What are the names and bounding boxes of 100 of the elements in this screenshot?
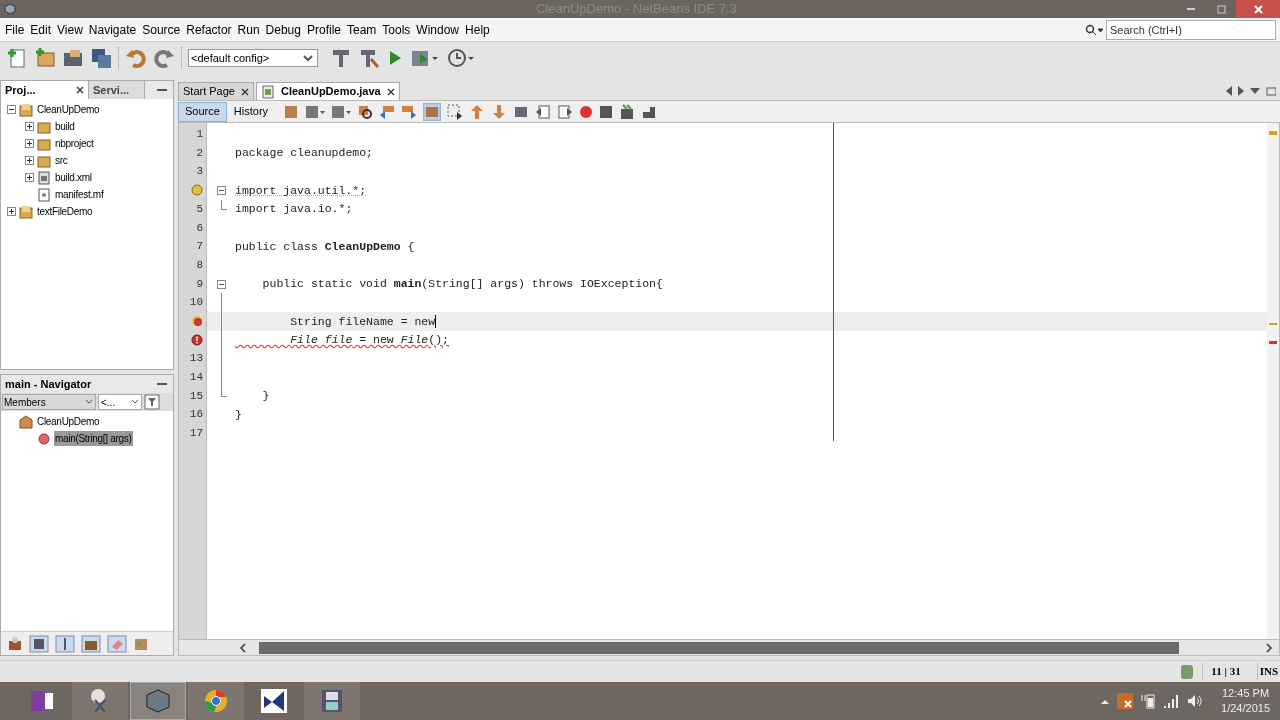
new-project-icon[interactable] <box>34 47 56 69</box>
expand-icon[interactable] <box>7 207 16 216</box>
comment-icon[interactable] <box>619 103 636 120</box>
menu-item[interactable]: Window <box>413 20 463 39</box>
expand-icon[interactable] <box>25 156 34 165</box>
tree-item[interactable]: manifest.mf <box>54 187 105 202</box>
error-hint-icon[interactable] <box>191 315 203 328</box>
menu-item[interactable]: Refactor <box>183 20 235 39</box>
menu-item[interactable]: Profile <box>304 20 344 39</box>
folder-icon <box>37 119 51 134</box>
menu-item[interactable]: Tools <box>379 20 414 39</box>
signal-icon[interactable] <box>1163 694 1180 708</box>
clock[interactable]: 12:45 PM 1/24/2015 <box>1221 686 1270 716</box>
expand-icon[interactable] <box>25 122 34 131</box>
tool-icon[interactable] <box>7 635 23 652</box>
notification-icon[interactable] <box>1180 663 1195 680</box>
record-icon[interactable] <box>579 104 594 119</box>
stop-icon[interactable] <box>599 104 614 119</box>
battery-icon[interactable] <box>1141 693 1156 709</box>
tree-item[interactable]: src <box>54 153 69 168</box>
show-hidden-icon[interactable] <box>1101 698 1110 704</box>
search-icon[interactable] <box>1085 23 1103 36</box>
redo-icon[interactable] <box>153 47 175 69</box>
tree-item[interactable]: build <box>54 119 76 134</box>
search-field[interactable]: Search (Ctrl+I) <box>1106 19 1276 40</box>
briefcase-icon[interactable] <box>81 634 101 653</box>
code-line: String fileName = new <box>289 313 436 330</box>
hint-icon[interactable] <box>191 184 203 197</box>
volume-icon[interactable] <box>1187 694 1204 708</box>
maximize-icon[interactable] <box>1266 86 1276 96</box>
sort-dropdown[interactable]: <... <box>98 394 142 410</box>
fold-icon[interactable] <box>216 279 226 289</box>
open-folder-icon[interactable] <box>62 47 84 69</box>
profile-icon[interactable] <box>446 47 476 69</box>
taskbar-app[interactable] <box>72 682 128 720</box>
film-icon <box>319 688 345 714</box>
tree-item[interactable]: build.xml <box>54 170 93 185</box>
caret-icon <box>85 399 93 405</box>
menu-item[interactable]: View <box>54 20 86 39</box>
error-icon[interactable] <box>191 333 203 346</box>
expand-icon[interactable] <box>25 139 34 148</box>
shift-right-icon[interactable] <box>557 103 574 120</box>
scrollbar-thumb[interactable] <box>259 641 1179 654</box>
filter-dropdown[interactable]: Members <box>2 394 96 410</box>
new-file-icon[interactable] <box>6 47 28 69</box>
close-icon[interactable] <box>386 87 395 96</box>
find-icon[interactable] <box>357 103 374 120</box>
view-tab[interactable]: Source <box>178 101 227 122</box>
editor-tab[interactable]: Start Page <box>178 82 254 100</box>
panel-tab[interactable]: Servi... <box>89 81 145 99</box>
tree-item[interactable]: textFileDemo <box>36 204 94 219</box>
highlight-icon[interactable] <box>423 102 442 121</box>
panel-tab[interactable]: Proj... <box>1 81 89 99</box>
close-icon[interactable] <box>241 87 249 96</box>
config-dropdown[interactable]: <default config> <box>188 49 318 67</box>
undo-icon[interactable] <box>125 47 147 69</box>
shift-left-icon[interactable] <box>535 103 552 120</box>
menu-item[interactable]: Navigate <box>85 20 140 39</box>
next-bookmark-icon[interactable] <box>491 103 508 120</box>
toolbar-icon[interactable] <box>331 103 352 120</box>
fold-icon[interactable] <box>216 186 226 196</box>
menu-item[interactable]: Team <box>344 20 380 39</box>
right-arrow-icon[interactable] <box>1238 86 1244 96</box>
clean-build-icon[interactable] <box>358 47 380 69</box>
close-icon[interactable] <box>76 86 84 94</box>
scroll-right-icon[interactable] <box>1265 642 1273 653</box>
tray-app-icon[interactable] <box>1117 693 1134 709</box>
save-icon[interactable] <box>90 47 112 69</box>
menu-item[interactable]: Source <box>139 20 184 39</box>
scroll-left-icon[interactable] <box>239 642 247 653</box>
toolbar-icon[interactable] <box>283 103 300 120</box>
menu-item[interactable]: Run <box>234 20 263 39</box>
selection-icon[interactable] <box>447 103 464 120</box>
tree-item[interactable]: CleanUpDemo <box>36 414 101 429</box>
expand-icon[interactable] <box>25 173 34 182</box>
bar-icon[interactable] <box>55 634 75 653</box>
line-number: 15 <box>189 388 203 404</box>
view-tab[interactable]: History <box>226 101 276 122</box>
filter-icon[interactable] <box>144 394 160 410</box>
taskbar-app[interactable] <box>304 682 360 720</box>
image-icon[interactable] <box>29 634 49 653</box>
menu-item[interactable]: File <box>2 20 28 39</box>
toolbar-icon[interactable] <box>305 103 326 120</box>
method-icon <box>37 431 51 446</box>
tree-item[interactable]: CleanUpDemo <box>36 102 101 117</box>
collapse-icon[interactable] <box>7 105 16 114</box>
hammer-icon[interactable] <box>330 47 352 69</box>
close-button[interactable] <box>1236 0 1280 18</box>
text-cursor <box>435 314 437 328</box>
editor-tab[interactable]: CleanUpDemo.java <box>256 82 400 100</box>
find-previous-icon[interactable] <box>379 103 396 120</box>
previous-bookmark-icon[interactable] <box>469 103 486 120</box>
dropdown-icon[interactable] <box>1250 86 1260 96</box>
tree-item[interactable]: main(String[] args) <box>54 431 133 446</box>
menu-item[interactable]: Debug <box>262 20 304 39</box>
menu-item[interactable]: Edit <box>27 20 55 39</box>
tree-item[interactable]: nbproject <box>54 136 95 151</box>
menu-item[interactable]: Help <box>462 20 493 39</box>
left-arrow-icon[interactable] <box>1226 86 1232 96</box>
find-next-icon[interactable] <box>401 103 418 120</box>
